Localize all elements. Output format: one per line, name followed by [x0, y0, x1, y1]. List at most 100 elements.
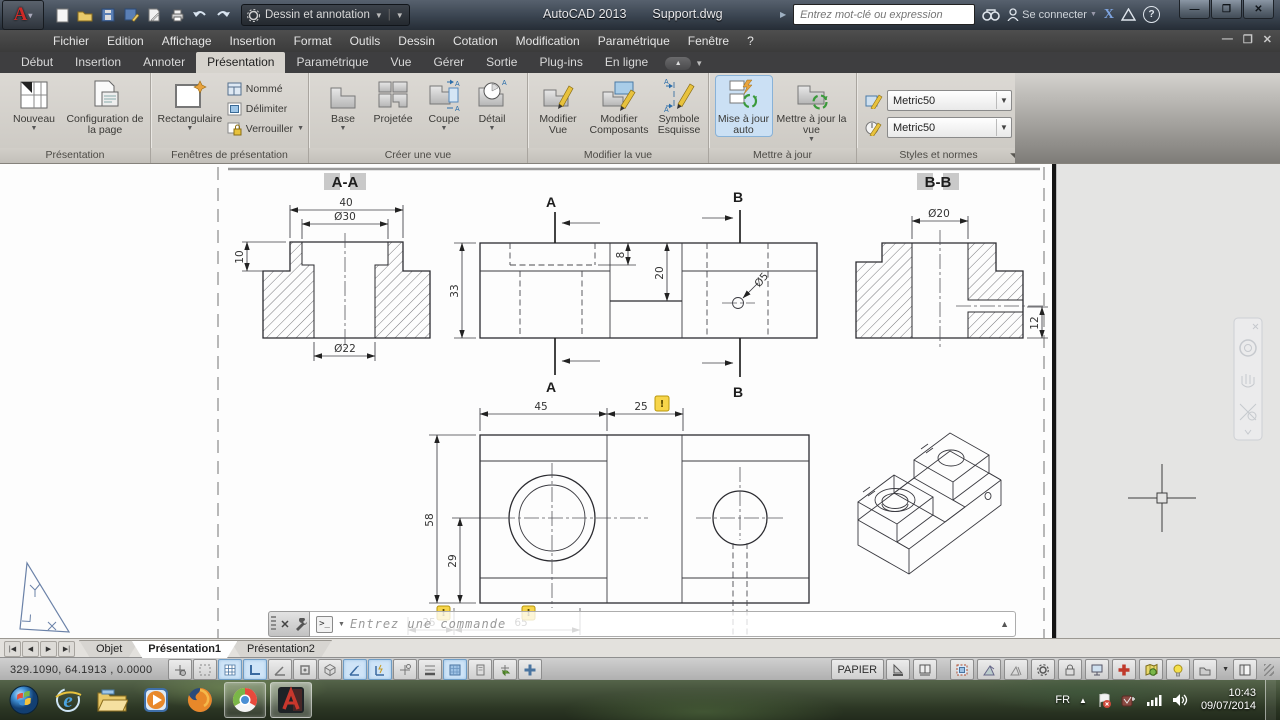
- viewport-named-button[interactable]: Nommé: [227, 80, 304, 97]
- start-button[interactable]: [4, 683, 44, 717]
- menu-aide[interactable]: ?: [738, 34, 763, 48]
- performance-bulb-icon[interactable]: [1166, 659, 1190, 680]
- network-signal-icon[interactable]: [1146, 693, 1163, 707]
- communication-center-icon[interactable]: [1121, 8, 1136, 21]
- new-icon[interactable]: [52, 6, 72, 24]
- menu-cotation[interactable]: Cotation: [444, 34, 507, 48]
- annotation-scale-button[interactable]: [977, 659, 1001, 680]
- internet-explorer-icon[interactable]: e: [48, 683, 88, 717]
- command-grip[interactable]: ✕: [268, 611, 310, 637]
- update-view-button[interactable]: Mettre à jour la vue▼: [774, 76, 850, 143]
- signin-button[interactable]: Se connecter▼: [1007, 8, 1097, 21]
- hardware-acceleration-button[interactable]: [1085, 659, 1109, 680]
- edit-view-button[interactable]: Modifier Vue: [532, 76, 584, 136]
- page-setup-button[interactable]: Configuration de la page: [65, 76, 145, 136]
- base-view-button[interactable]: Base▼: [321, 76, 365, 132]
- layout-space-icon[interactable]: [913, 659, 937, 680]
- model-space-icon[interactable]: [886, 659, 910, 680]
- doc-restore-icon[interactable]: ❐: [1243, 33, 1253, 46]
- open-icon[interactable]: [75, 6, 95, 24]
- search-input[interactable]: [798, 8, 970, 22]
- doc-close-icon[interactable]: ✕: [1263, 33, 1272, 46]
- tab-objet[interactable]: Objet: [79, 640, 139, 658]
- prev-layout-button[interactable]: ◀: [22, 641, 39, 657]
- workspace-switcher[interactable]: Dessin et annotation ▼|▼: [241, 4, 410, 26]
- chrome-icon[interactable]: [224, 682, 266, 718]
- redo-icon[interactable]: [213, 6, 233, 24]
- print-icon[interactable]: [167, 6, 187, 24]
- tab-plugins[interactable]: Plug-ins: [528, 52, 593, 73]
- menu-parametrique[interactable]: Paramétrique: [589, 34, 679, 48]
- action-center-icon[interactable]: [1096, 693, 1112, 708]
- viewport-rectangular-button[interactable]: Rectangulaire▼: [155, 76, 225, 132]
- menu-modification[interactable]: Modification: [507, 34, 589, 48]
- view-style-select[interactable]: Metric50▼: [887, 90, 1012, 111]
- geo-location-button[interactable]: [1139, 659, 1163, 680]
- status-menu-caret[interactable]: ▼: [1222, 666, 1229, 673]
- menu-affichage[interactable]: Affichage: [153, 34, 221, 48]
- standard-select[interactable]: Metric50▼: [887, 117, 1012, 138]
- new-layout-button[interactable]: Nouveau▼: [5, 76, 63, 132]
- show-desktop-button[interactable]: [1265, 680, 1276, 720]
- menu-dessin[interactable]: Dessin: [389, 34, 444, 48]
- recent-commands-caret[interactable]: ▼: [338, 621, 345, 628]
- osnap-toggle[interactable]: [293, 659, 317, 680]
- annotation-monitor-toggle[interactable]: [518, 659, 542, 680]
- command-line[interactable]: ✕ >_ ▼ Entrez une commande ▲: [268, 611, 1016, 637]
- menu-insertion[interactable]: Insertion: [221, 34, 285, 48]
- app-menu-button[interactable]: A▾: [2, 0, 44, 30]
- wrench-icon[interactable]: [294, 618, 307, 631]
- menu-edition[interactable]: Edition: [98, 34, 153, 48]
- volume-icon[interactable]: [1172, 693, 1188, 707]
- polar-toggle[interactable]: [268, 659, 292, 680]
- close-button[interactable]: ✕: [1243, 0, 1274, 19]
- annotation-visibility-button[interactable]: [1004, 659, 1028, 680]
- ribbon-minimize-caret[interactable]: ▼: [695, 59, 703, 68]
- tab-enligne[interactable]: En ligne: [594, 52, 659, 73]
- quick-properties-toggle[interactable]: [468, 659, 492, 680]
- tab-presentation1[interactable]: Présentation1: [131, 640, 238, 658]
- tab-presentation[interactable]: Présentation: [196, 52, 285, 73]
- command-expand-icon[interactable]: ▲: [1000, 619, 1009, 629]
- drawing-area[interactable]: A-A 40 Ø30 10 Ø22: [0, 164, 1280, 638]
- transparency-toggle[interactable]: [443, 659, 467, 680]
- tray-expand-icon[interactable]: ▲: [1079, 696, 1087, 705]
- ribbon-minimize-button[interactable]: ▲: [665, 57, 691, 70]
- menu-outils[interactable]: Outils: [341, 34, 390, 48]
- toolbar-lock-button[interactable]: [1058, 659, 1082, 680]
- help-icon[interactable]: ?: [1143, 6, 1160, 23]
- language-indicator[interactable]: FR: [1055, 694, 1070, 706]
- first-layout-button[interactable]: |◀: [4, 641, 21, 657]
- clean-screen-button[interactable]: [1233, 659, 1257, 680]
- windows-explorer-icon[interactable]: [92, 683, 132, 717]
- menu-format[interactable]: Format: [285, 34, 341, 48]
- edit-components-button[interactable]: Modifier Composants: [586, 76, 652, 136]
- restore-button[interactable]: ❐: [1211, 0, 1242, 19]
- infocenter-expand-icon[interactable]: ▶: [780, 10, 786, 19]
- section-view-button[interactable]: AA Coupe▼: [421, 76, 467, 132]
- tab-vue[interactable]: Vue: [380, 52, 423, 73]
- next-layout-button[interactable]: ▶: [40, 641, 57, 657]
- selection-cycling-toggle[interactable]: [493, 659, 517, 680]
- command-close-icon[interactable]: ✕: [280, 618, 289, 631]
- undo-icon[interactable]: [190, 6, 210, 24]
- infer-constraints-toggle[interactable]: [168, 659, 192, 680]
- trusted-autodesk-button[interactable]: [1112, 659, 1136, 680]
- lineweight-toggle[interactable]: [418, 659, 442, 680]
- dynamic-input-toggle[interactable]: [393, 659, 417, 680]
- last-layout-button[interactable]: ▶|: [58, 641, 75, 657]
- viewport-lock-button[interactable]: Verrouiller▼: [227, 120, 304, 137]
- tab-parametrique[interactable]: Paramétrique: [285, 52, 379, 73]
- viewport-clip-button[interactable]: Délimiter: [227, 100, 304, 117]
- projected-view-button[interactable]: Projetée: [367, 76, 419, 125]
- paper-space-button[interactable]: PAPIER: [831, 659, 885, 680]
- tab-debut[interactable]: Début: [10, 52, 64, 73]
- maximize-viewport-button[interactable]: [950, 659, 974, 680]
- auto-update-button[interactable]: Mise à jour auto: [716, 76, 772, 136]
- media-player-icon[interactable]: [136, 683, 176, 717]
- autocad-taskbar-icon[interactable]: [270, 682, 312, 718]
- tab-annoter[interactable]: Annoter: [132, 52, 196, 73]
- clock[interactable]: 10:43 09/07/2014: [1201, 687, 1256, 713]
- workspace-gear-button[interactable]: [1031, 659, 1055, 680]
- minimize-button[interactable]: —: [1179, 0, 1210, 19]
